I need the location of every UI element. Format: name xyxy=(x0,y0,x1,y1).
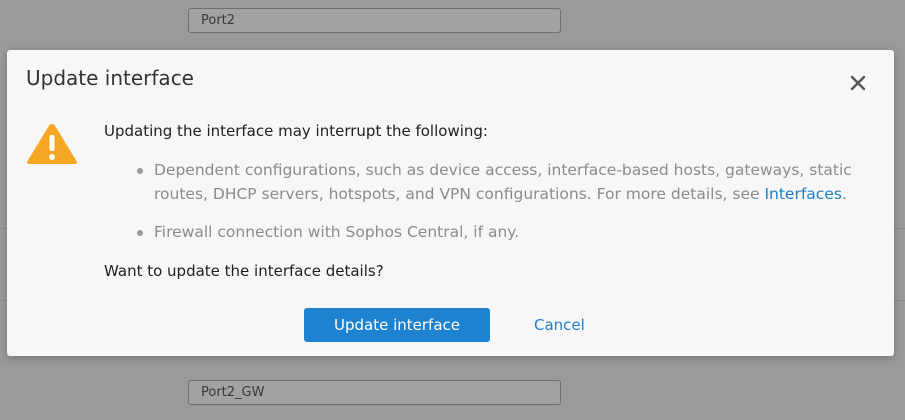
impact-item-text: Dependent configurations, such as device… xyxy=(154,161,852,203)
update-interface-button[interactable]: Update interface xyxy=(304,308,490,342)
background-interface-name-field[interactable]: Port2 xyxy=(188,8,561,33)
impact-item-suffix: . xyxy=(841,185,847,203)
list-item: Firewall connection with Sophos Central,… xyxy=(137,220,877,244)
interfaces-link[interactable]: Interfaces xyxy=(764,185,841,203)
update-interface-dialog: Update interface Updating the interface … xyxy=(7,50,894,356)
background-gateway-name-field[interactable]: Port2_GW xyxy=(188,380,561,405)
cancel-button[interactable]: Cancel xyxy=(522,308,597,342)
impact-item-text: Firewall connection with Sophos Central,… xyxy=(154,223,520,241)
dialog-intro-text: Updating the interface may interrupt the… xyxy=(104,122,488,140)
close-icon[interactable] xyxy=(847,72,869,94)
dialog-title: Update interface xyxy=(26,66,194,90)
confirmation-question: Want to update the interface details? xyxy=(104,262,384,280)
impact-list: Dependent configurations, such as device… xyxy=(137,158,877,258)
warning-triangle-icon xyxy=(25,121,79,167)
list-item: Dependent configurations, such as device… xyxy=(137,158,877,206)
